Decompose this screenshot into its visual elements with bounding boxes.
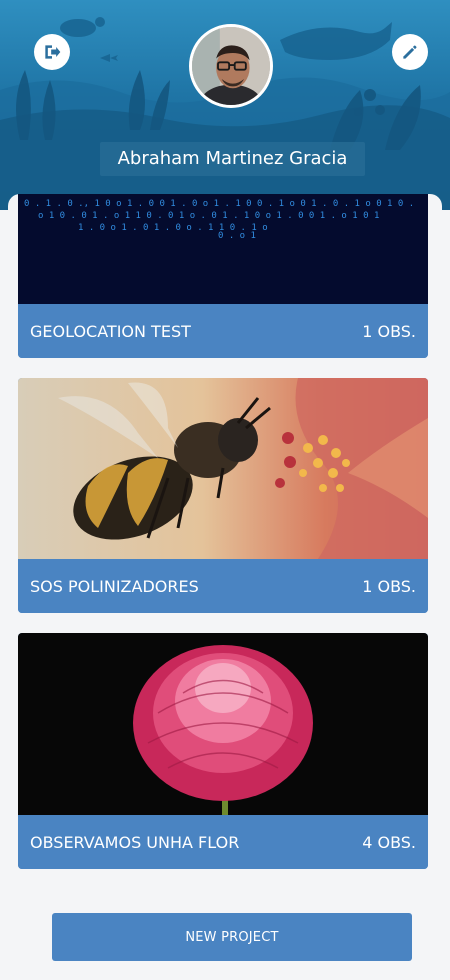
- project-footer: GEOLOCATION TEST 1 OBS.: [18, 304, 428, 358]
- project-footer: SOS POLINIZADORES 1 OBS.: [18, 559, 428, 613]
- observation-count: 1 OBS.: [362, 321, 416, 341]
- edit-profile-button[interactable]: [392, 34, 428, 70]
- profile-header: Abraham Martinez Gracia: [0, 0, 450, 210]
- project-title: SOS POLINIZADORES: [30, 576, 199, 596]
- project-image: [18, 633, 428, 815]
- svg-text:0 . o 1: 0 . o 1: [218, 231, 256, 241]
- project-image: [18, 378, 428, 559]
- avatar[interactable]: [189, 24, 273, 108]
- binary-code-image: 0 . 1 . 0 ., 1 0 o 1 . 0 0 1 . 0 o 1 . 1…: [18, 194, 428, 304]
- project-footer: OBSERVAMOS UNHA FLOR 4 OBS.: [18, 815, 428, 869]
- logout-icon: [45, 45, 61, 59]
- svg-text:0 . 1 . 0 ., 1 0 o 1 . 0 0 1 .: 0 . 1 . 0 ., 1 0 o 1 . 0 0 1 . 0 o 1 . 1…: [24, 199, 414, 209]
- project-card[interactable]: OBSERVAMOS UNHA FLOR 4 OBS.: [18, 633, 428, 869]
- project-title: GEOLOCATION TEST: [30, 321, 191, 341]
- user-photo: [192, 27, 270, 105]
- project-title: OBSERVAMOS UNHA FLOR: [30, 832, 240, 852]
- new-project-button[interactable]: NEW PROJECT: [52, 913, 412, 961]
- svg-text:o 1 0 . 0 1 . o 1 1 0 . 0 1 o: o 1 0 . 0 1 . o 1 1 0 . 0 1 o . 0 1 . 1 …: [38, 211, 379, 221]
- bee-flower-image: [18, 378, 428, 559]
- user-name: Abraham Martinez Gracia: [100, 142, 365, 176]
- pencil-icon: [403, 45, 417, 59]
- dahlia-flower-image: [18, 633, 428, 815]
- observation-count: 1 OBS.: [362, 576, 416, 596]
- project-card[interactable]: 0 . 1 . 0 ., 1 0 o 1 . 0 0 1 . 0 o 1 . 1…: [18, 194, 428, 358]
- project-card[interactable]: SOS POLINIZADORES 1 OBS.: [18, 378, 428, 613]
- project-image: 0 . 1 . 0 ., 1 0 o 1 . 0 0 1 . 0 o 1 . 1…: [18, 194, 428, 304]
- logout-button[interactable]: [34, 34, 70, 70]
- observation-count: 4 OBS.: [362, 832, 416, 852]
